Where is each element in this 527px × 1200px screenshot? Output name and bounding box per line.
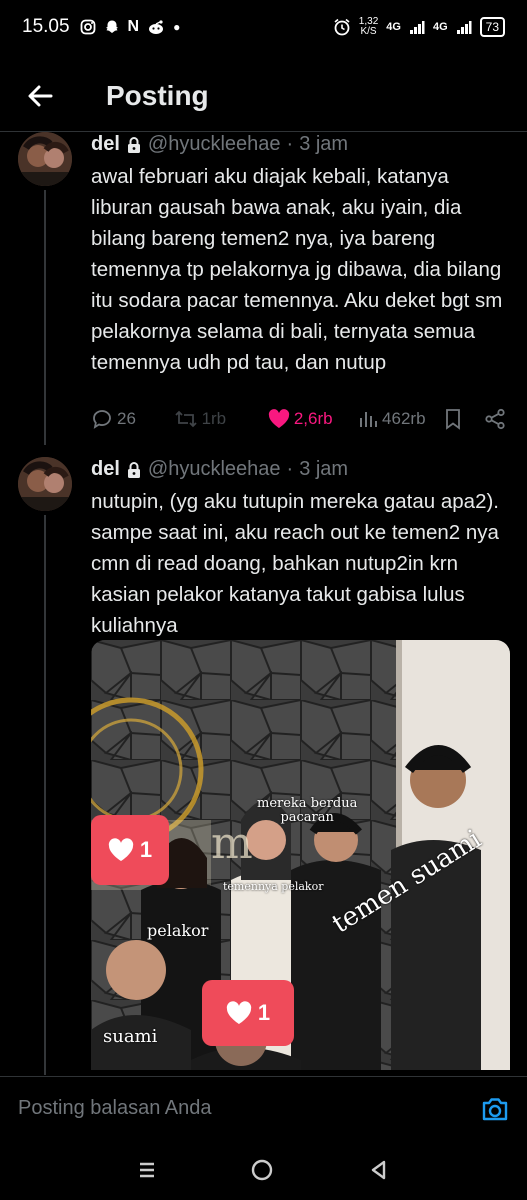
home-icon[interactable] <box>250 1158 274 1182</box>
tweet-actions: 26 1rb 2,6rb 462rb <box>91 402 511 436</box>
separator-dot: · <box>286 458 294 480</box>
avatar[interactable] <box>18 132 72 186</box>
like-count: 2,6rb <box>293 409 333 428</box>
caption-pelakor: pelakor <box>147 921 209 940</box>
display-name[interactable]: del <box>91 133 120 156</box>
recent-apps-icon[interactable] <box>137 1160 157 1180</box>
share-icon <box>484 408 505 430</box>
caption-couple: mereka berdua pacaran <box>257 796 358 825</box>
views-chart-icon <box>360 412 378 427</box>
user-handle[interactable]: @hyuckleehae <box>148 458 281 481</box>
tweet[interactable]: del @hyuckleehae · 3 jam awal februari a… <box>0 0 527 450</box>
views-button[interactable]: 462rb <box>358 409 444 429</box>
thread-line <box>44 190 46 445</box>
repost-button[interactable]: 1rb <box>174 409 260 429</box>
reply-button[interactable]: 26 <box>91 408 164 430</box>
view-count: 462rb <box>382 409 426 428</box>
repost-icon <box>174 410 197 428</box>
bookmark-button[interactable] <box>444 408 483 430</box>
like-sticker: 1 <box>91 815 169 885</box>
avatar[interactable] <box>18 457 72 511</box>
system-nav-bar <box>0 1140 527 1200</box>
tweet-photo[interactable]: m mereka berdua pacaran temennya pelakor… <box>91 640 510 1070</box>
tweet-text: nutupin, (yg aku tutupin mereka gatau ap… <box>91 490 499 637</box>
reply-count: 26 <box>117 409 136 428</box>
repost-count: 1rb <box>201 409 227 428</box>
heart-filled-icon <box>268 409 289 428</box>
heart-icon <box>226 1001 252 1024</box>
like-button[interactable]: 2,6rb <box>268 409 358 429</box>
timestamp[interactable]: 3 jam <box>299 133 348 156</box>
tweet-text: awal februari aku diajak kebali, katanya… <box>91 165 503 374</box>
reply-icon <box>93 410 111 429</box>
sign-letter: m <box>211 818 253 869</box>
lock-icon <box>127 461 140 478</box>
timestamp[interactable]: 3 jam <box>299 458 348 481</box>
bookmark-icon <box>446 409 461 430</box>
display-name[interactable]: del <box>91 458 120 481</box>
separator-dot: · <box>286 133 294 155</box>
heart-icon <box>108 838 134 861</box>
caption-temennya-pelakor: temennya pelakor <box>223 880 324 893</box>
share-button[interactable] <box>484 408 511 430</box>
back-triangle-icon[interactable] <box>368 1159 390 1181</box>
user-handle[interactable]: @hyuckleehae <box>148 133 281 156</box>
reply-input[interactable]: Posting balasan Anda <box>18 1097 481 1120</box>
thread-line-2 <box>44 515 46 1075</box>
lock-icon <box>127 136 140 153</box>
camera-icon[interactable] <box>481 1096 509 1122</box>
reply-composer[interactable]: Posting balasan Anda <box>0 1076 527 1140</box>
caption-suami: suami <box>103 1026 158 1047</box>
like-sticker-2: 1 <box>202 980 294 1046</box>
